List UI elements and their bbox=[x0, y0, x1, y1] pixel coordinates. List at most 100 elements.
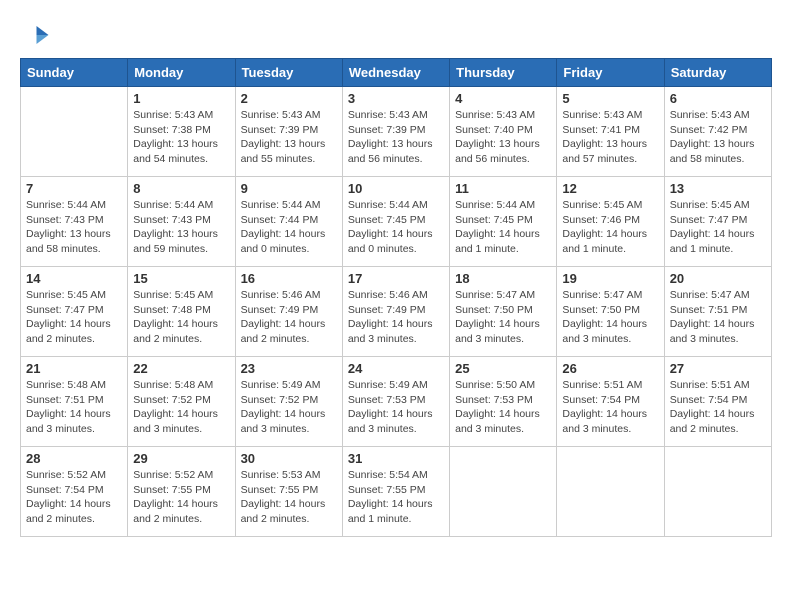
day-number: 18 bbox=[455, 271, 551, 286]
day-info: Sunrise: 5:48 AM Sunset: 7:52 PM Dayligh… bbox=[133, 378, 229, 437]
day-info: Sunrise: 5:46 AM Sunset: 7:49 PM Dayligh… bbox=[348, 288, 444, 347]
day-number: 10 bbox=[348, 181, 444, 196]
calendar-day-cell bbox=[664, 447, 771, 537]
calendar-day-cell: 26Sunrise: 5:51 AM Sunset: 7:54 PM Dayli… bbox=[557, 357, 664, 447]
day-number: 20 bbox=[670, 271, 766, 286]
day-info: Sunrise: 5:44 AM Sunset: 7:43 PM Dayligh… bbox=[133, 198, 229, 257]
day-number: 25 bbox=[455, 361, 551, 376]
day-of-week-header: Sunday bbox=[21, 59, 128, 87]
calendar-day-cell: 13 Sunrise: 5:45 AM Sunset: 7:47 PM Dayli… bbox=[664, 177, 771, 267]
day-info: Sunrise: 5:45 AM Sunset: 7:47 PM Dayligh… bbox=[670, 198, 766, 257]
day-number: 5 bbox=[562, 91, 658, 106]
day-info: Sunrise: 5:44 AM Sunset: 7:43 PM Dayligh… bbox=[26, 198, 122, 257]
logo bbox=[20, 20, 54, 50]
day-info: Sunrise: 5:43 AM Sunset: 7:39 PM Dayligh… bbox=[241, 108, 337, 167]
calendar-day-cell: 8 Sunrise: 5:44 AM Sunset: 7:43 PM Daylig… bbox=[128, 177, 235, 267]
calendar-week-row: 1 Sunrise: 5:43 AM Sunset: 7:38 PM Daylig… bbox=[21, 87, 772, 177]
calendar-day-cell bbox=[557, 447, 664, 537]
calendar-day-cell: 12 Sunrise: 5:45 AM Sunset: 7:46 PM Dayli… bbox=[557, 177, 664, 267]
day-info: Sunrise: 5:47 AM Sunset: 7:50 PM Dayligh… bbox=[562, 288, 658, 347]
day-info: Sunrise: 5:51 AM Sunset: 7:54 PM Dayligh… bbox=[670, 378, 766, 437]
day-info: Sunrise: 5:53 AM Sunset: 7:55 PM Dayligh… bbox=[241, 468, 337, 527]
day-info: Sunrise: 5:47 AM Sunset: 7:50 PM Dayligh… bbox=[455, 288, 551, 347]
calendar-day-cell: 9 Sunrise: 5:44 AM Sunset: 7:44 PM Daylig… bbox=[235, 177, 342, 267]
calendar-day-cell: 7 Sunrise: 5:44 AM Sunset: 7:43 PM Daylig… bbox=[21, 177, 128, 267]
calendar-day-cell: 27Sunrise: 5:51 AM Sunset: 7:54 PM Dayli… bbox=[664, 357, 771, 447]
calendar-week-row: 28 Sunrise: 5:52 AM Sunset: 7:54 PM Dayli… bbox=[21, 447, 772, 537]
day-number: 31 bbox=[348, 451, 444, 466]
calendar-week-row: 21 Sunrise: 5:48 AM Sunset: 7:51 PM Dayli… bbox=[21, 357, 772, 447]
day-number: 12 bbox=[562, 181, 658, 196]
calendar-day-cell: 25 Sunrise: 5:50 AM Sunset: 7:53 PM Dayli… bbox=[450, 357, 557, 447]
day-info: Sunrise: 5:49 AM Sunset: 7:52 PM Dayligh… bbox=[241, 378, 337, 437]
day-info: Sunrise: 5:45 AM Sunset: 7:47 PM Dayligh… bbox=[26, 288, 122, 347]
calendar-day-cell: 31 Sunrise: 5:54 AM Sunset: 7:55 PM Dayli… bbox=[342, 447, 449, 537]
calendar-day-cell: 21 Sunrise: 5:48 AM Sunset: 7:51 PM Dayli… bbox=[21, 357, 128, 447]
day-info: Sunrise: 5:44 AM Sunset: 7:45 PM Dayligh… bbox=[455, 198, 551, 257]
day-of-week-header: Tuesday bbox=[235, 59, 342, 87]
page-header bbox=[20, 20, 772, 50]
day-info: Sunrise: 5:48 AM Sunset: 7:51 PM Dayligh… bbox=[26, 378, 122, 437]
calendar-day-cell: 16 Sunrise: 5:46 AM Sunset: 7:49 PM Dayli… bbox=[235, 267, 342, 357]
day-number: 28 bbox=[26, 451, 122, 466]
day-number: 23 bbox=[241, 361, 337, 376]
day-info: Sunrise: 5:44 AM Sunset: 7:45 PM Dayligh… bbox=[348, 198, 444, 257]
day-of-week-header: Saturday bbox=[664, 59, 771, 87]
day-info: Sunrise: 5:50 AM Sunset: 7:53 PM Dayligh… bbox=[455, 378, 551, 437]
day-info: Sunrise: 5:52 AM Sunset: 7:54 PM Dayligh… bbox=[26, 468, 122, 527]
day-number: 9 bbox=[241, 181, 337, 196]
calendar-day-cell: 14 Sunrise: 5:45 AM Sunset: 7:47 PM Dayli… bbox=[21, 267, 128, 357]
calendar-day-cell: 30 Sunrise: 5:53 AM Sunset: 7:55 PM Dayli… bbox=[235, 447, 342, 537]
calendar-day-cell: 4 Sunrise: 5:43 AM Sunset: 7:40 PM Daylig… bbox=[450, 87, 557, 177]
calendar-day-cell: 1 Sunrise: 5:43 AM Sunset: 7:38 PM Daylig… bbox=[128, 87, 235, 177]
day-info: Sunrise: 5:54 AM Sunset: 7:55 PM Dayligh… bbox=[348, 468, 444, 527]
calendar-day-cell bbox=[21, 87, 128, 177]
calendar-day-cell: 20Sunrise: 5:47 AM Sunset: 7:51 PM Dayli… bbox=[664, 267, 771, 357]
day-number: 1 bbox=[133, 91, 229, 106]
day-number: 6 bbox=[670, 91, 766, 106]
calendar-week-row: 7 Sunrise: 5:44 AM Sunset: 7:43 PM Daylig… bbox=[21, 177, 772, 267]
day-number: 15 bbox=[133, 271, 229, 286]
day-number: 16 bbox=[241, 271, 337, 286]
day-info: Sunrise: 5:43 AM Sunset: 7:38 PM Dayligh… bbox=[133, 108, 229, 167]
day-info: Sunrise: 5:52 AM Sunset: 7:55 PM Dayligh… bbox=[133, 468, 229, 527]
calendar-header-row: SundayMondayTuesdayWednesdayThursdayFrid… bbox=[21, 59, 772, 87]
day-info: Sunrise: 5:46 AM Sunset: 7:49 PM Dayligh… bbox=[241, 288, 337, 347]
day-info: Sunrise: 5:51 AM Sunset: 7:54 PM Dayligh… bbox=[562, 378, 658, 437]
day-info: Sunrise: 5:43 AM Sunset: 7:39 PM Dayligh… bbox=[348, 108, 444, 167]
calendar-day-cell: 18 Sunrise: 5:47 AM Sunset: 7:50 PM Dayli… bbox=[450, 267, 557, 357]
day-number: 24 bbox=[348, 361, 444, 376]
day-number: 30 bbox=[241, 451, 337, 466]
day-info: Sunrise: 5:44 AM Sunset: 7:44 PM Dayligh… bbox=[241, 198, 337, 257]
calendar-day-cell: 24 Sunrise: 5:49 AM Sunset: 7:53 PM Dayli… bbox=[342, 357, 449, 447]
calendar-table: SundayMondayTuesdayWednesdayThursdayFrid… bbox=[20, 58, 772, 537]
calendar-day-cell: 19Sunrise: 5:47 AM Sunset: 7:50 PM Dayli… bbox=[557, 267, 664, 357]
day-info: Sunrise: 5:45 AM Sunset: 7:46 PM Dayligh… bbox=[562, 198, 658, 257]
calendar-day-cell: 6 Sunrise: 5:43 AM Sunset: 7:42 PM Daylig… bbox=[664, 87, 771, 177]
day-info: Sunrise: 5:45 AM Sunset: 7:48 PM Dayligh… bbox=[133, 288, 229, 347]
day-number: 8 bbox=[133, 181, 229, 196]
day-number: 29 bbox=[133, 451, 229, 466]
calendar-day-cell: 5Sunrise: 5:43 AM Sunset: 7:41 PM Daylig… bbox=[557, 87, 664, 177]
calendar-day-cell: 3Sunrise: 5:43 AM Sunset: 7:39 PM Daylig… bbox=[342, 87, 449, 177]
day-number: 7 bbox=[26, 181, 122, 196]
calendar-day-cell: 29 Sunrise: 5:52 AM Sunset: 7:55 PM Dayli… bbox=[128, 447, 235, 537]
day-info: Sunrise: 5:49 AM Sunset: 7:53 PM Dayligh… bbox=[348, 378, 444, 437]
calendar-day-cell: 17Sunrise: 5:46 AM Sunset: 7:49 PM Dayli… bbox=[342, 267, 449, 357]
day-number: 21 bbox=[26, 361, 122, 376]
calendar-day-cell: 15 Sunrise: 5:45 AM Sunset: 7:48 PM Dayli… bbox=[128, 267, 235, 357]
calendar-day-cell bbox=[450, 447, 557, 537]
day-number: 11 bbox=[455, 181, 551, 196]
day-number: 14 bbox=[26, 271, 122, 286]
day-of-week-header: Wednesday bbox=[342, 59, 449, 87]
calendar-day-cell: 22Sunrise: 5:48 AM Sunset: 7:52 PM Dayli… bbox=[128, 357, 235, 447]
day-number: 13 bbox=[670, 181, 766, 196]
day-number: 4 bbox=[455, 91, 551, 106]
calendar-day-cell: 11 Sunrise: 5:44 AM Sunset: 7:45 PM Dayli… bbox=[450, 177, 557, 267]
calendar-day-cell: 23 Sunrise: 5:49 AM Sunset: 7:52 PM Dayli… bbox=[235, 357, 342, 447]
day-of-week-header: Friday bbox=[557, 59, 664, 87]
day-of-week-header: Monday bbox=[128, 59, 235, 87]
day-info: Sunrise: 5:43 AM Sunset: 7:42 PM Dayligh… bbox=[670, 108, 766, 167]
day-info: Sunrise: 5:43 AM Sunset: 7:40 PM Dayligh… bbox=[455, 108, 551, 167]
calendar-day-cell: 10 Sunrise: 5:44 AM Sunset: 7:45 PM Dayli… bbox=[342, 177, 449, 267]
